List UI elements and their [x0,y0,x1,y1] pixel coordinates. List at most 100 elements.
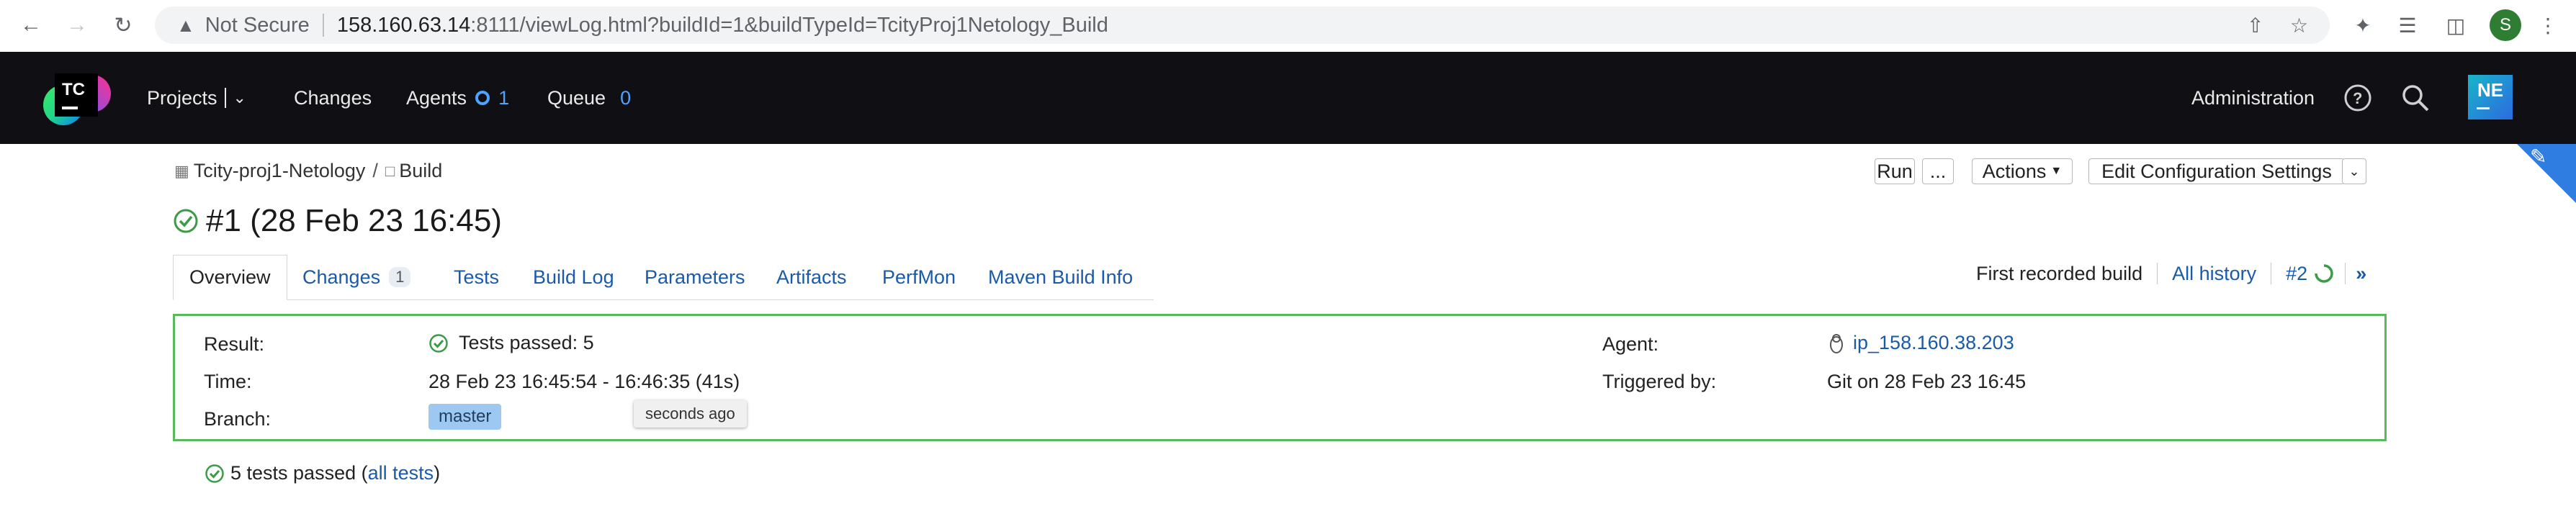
side-panel-icon[interactable]: ◫ [2439,9,2472,42]
security-label: Not Secure [205,13,310,37]
tab-parameters[interactable]: Parameters [645,255,745,299]
extensions-icon[interactable]: ✦ [2346,9,2379,42]
search-icon[interactable] [2400,52,2431,144]
nav-agents-label: Agents [406,86,467,109]
tab-changes[interactable]: Changes 1 [302,255,411,299]
tab-label: Maven Build Info [988,266,1134,288]
breadcrumb-separator: / [372,160,378,181]
last-build-link[interactable]: » [2356,263,2366,285]
build-config-icon: □ [385,161,395,180]
result-text[interactable]: Tests passed: 5 [459,332,594,354]
back-icon[interactable]: ← [13,7,49,43]
agent-status-icon [475,91,490,105]
breadcrumb-project[interactable]: Tcity-proj1-Netology [194,160,366,182]
nav-changes[interactable]: Changes [294,52,372,144]
build-summary-panel: Result: Tests passed: 5 Time: 28 Feb 23 … [173,314,2387,441]
nav-changes-label: Changes [294,86,372,109]
forward-icon[interactable]: → [59,7,95,43]
share-icon[interactable]: ⇧ [2247,6,2263,44]
tab-label: Build Log [533,266,614,288]
tab-perfmon[interactable]: PerfMon [882,255,956,299]
result-value: Tests passed: 5 [428,332,594,354]
nav-queue[interactable]: Queue 0 [547,52,631,144]
caret-down-icon: ▼ [2050,165,2063,177]
build-title-text: #1 (28 Feb 23 16:45) [206,203,502,238]
history-divider [2345,263,2346,284]
nav-agents[interactable]: Agents 1 [406,52,509,144]
svg-text:?: ? [2353,89,2362,107]
administration-label: Administration [2191,86,2315,109]
breadcrumb-build[interactable]: Build [399,160,442,182]
tab-label: Overview [189,266,271,288]
success-check-icon [174,209,198,233]
triggered-value: Git on 28 Feb 23 16:45 [1827,371,2027,392]
tab-artifacts[interactable]: Artifacts [776,255,847,299]
agent-value: ip_158.160.38.203 [1827,332,2014,354]
tab-label: Tests [454,266,500,288]
result-label: Result: [204,333,265,355]
nav-projects[interactable]: Projects ⌄ [147,52,246,144]
teamcity-logo-icon[interactable]: TC [42,65,114,134]
run-options-label: ... [1929,160,1947,182]
agent-link[interactable]: ip_158.160.38.203 [1853,332,2014,354]
projects-divider [224,88,226,108]
edit-configuration-button[interactable]: Edit Configuration Settings [2088,158,2345,184]
first-recorded-label: First recorded build [1976,262,2143,284]
next-build-link[interactable]: #2 [2286,263,2307,285]
tab-tests[interactable]: Tests [454,255,499,299]
browser-toolbar: ← → ↻ ▲ Not Secure 158.160.63.14:8111/vi… [0,0,2576,53]
all-tests-link[interactable]: all tests [368,462,434,484]
linux-tux-icon [1830,333,1843,353]
url-path: :8111/viewLog.html?buildId=1&buildTypeId… [470,13,1108,37]
edit-pencil-icon[interactable]: ✎ [2530,145,2546,168]
run-button[interactable]: Run [1875,158,1915,184]
tests-summary-text: 5 tests passed ( [230,462,368,484]
nav-queue-label: Queue [547,86,606,109]
warning-icon: ▲ [176,14,195,36]
media-control-icon[interactable]: ☰ [2391,9,2424,42]
actions-dropdown[interactable]: Actions ▼ [1972,158,2073,184]
branch-tag[interactable]: master [428,404,502,430]
run-button-label: Run [1877,160,1913,182]
project-icon: ▦ [174,161,189,180]
history-divider [2157,263,2158,284]
page-title: #1 (28 Feb 23 16:45) [173,203,502,239]
address-bar[interactable]: ▲ Not Secure 158.160.63.14:8111/viewLog.… [155,6,2330,44]
edit-configuration-dropdown[interactable]: ⌄ [2342,158,2366,184]
tests-summary: 5 tests passed (all tests) [205,462,440,484]
chevron-down-icon[interactable]: ⌄ [233,89,246,107]
agents-count: 1 [498,86,510,109]
queue-count: 0 [620,86,632,109]
changes-count-badge: 1 [389,267,411,287]
bookmark-star-icon[interactable]: ☆ [2290,6,2308,44]
browser-menu-icon[interactable]: ⋮ [2531,9,2564,42]
nav-administration[interactable]: Administration [2191,52,2315,144]
tab-overview[interactable]: Overview [173,255,287,300]
breadcrumb: ▦ Tcity-proj1-Netology / □ Build [174,160,442,182]
run-options-button[interactable]: ... [1922,158,1954,184]
tab-label: PerfMon [882,266,956,288]
tab-maven-build-info[interactable]: Maven Build Info [988,255,1133,299]
tab-label: Parameters [645,266,745,288]
user-avatar-initials: NE [2477,79,2504,101]
address-divider [322,14,324,37]
agent-label: Agent: [1602,333,1659,355]
edit-configuration-label: Edit Configuration Settings [2101,160,2332,182]
user-avatar[interactable]: NE [2468,75,2513,119]
tab-label: Artifacts [776,266,847,288]
tab-label: Changes [302,266,381,288]
success-check-icon [205,464,224,483]
branch-label: Branch: [204,408,271,430]
tab-build-log[interactable]: Build Log [533,255,614,299]
time-value: 28 Feb 23 16:45:54 - 16:46:35 (41s) [428,371,740,392]
app-header: TC Projects ⌄ Changes Agents 1 Queue 0 A… [0,52,2576,144]
reload-icon[interactable]: ↻ [105,7,141,43]
history-nav: First recorded build All history #2 » [1976,255,2366,292]
chevron-down-icon: ⌄ [2348,163,2360,179]
all-history-link[interactable]: All history [2172,263,2256,285]
profile-avatar[interactable]: S [2490,9,2521,41]
help-icon[interactable]: ? [2343,52,2372,144]
running-spinner-icon [2315,264,2333,283]
triggered-label: Triggered by: [1602,371,1717,392]
tooltip: seconds ago [634,400,747,428]
